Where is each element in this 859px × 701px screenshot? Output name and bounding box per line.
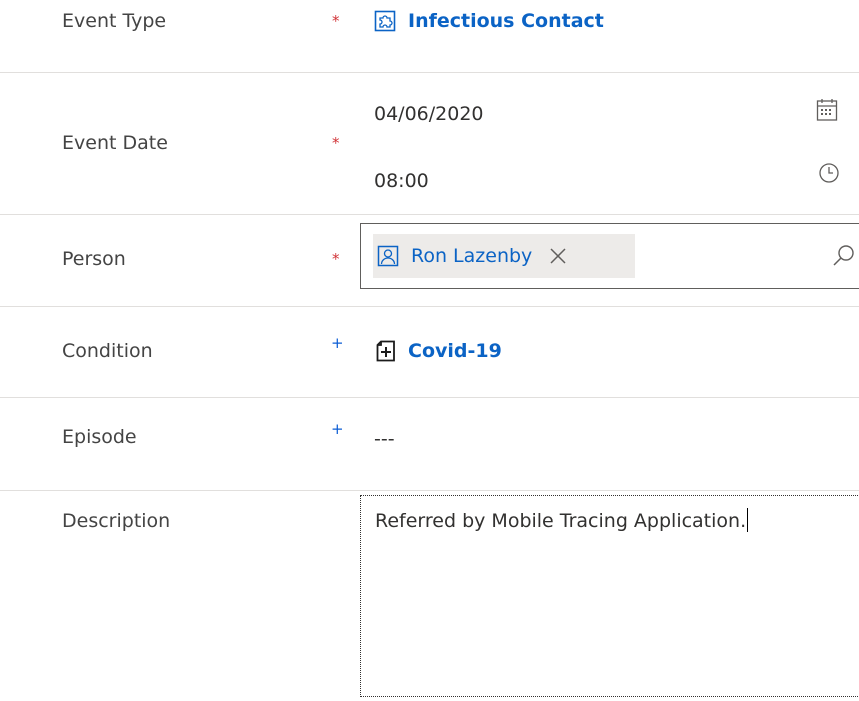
event-type-link[interactable]: Infectious Contact [408,10,604,32]
event-date-input[interactable]: 04/06/2020 [374,103,484,125]
person-label: Person [62,248,126,270]
condition-label: Condition [62,340,153,362]
description-label: Description [62,510,171,532]
episode-label: Episode [62,426,137,448]
divider [0,490,859,491]
recommended-indicator: + [331,420,344,438]
description-textarea[interactable]: Referred by Mobile Tracing Application. [360,495,859,697]
required-indicator: * [332,134,340,152]
clock-icon[interactable] [818,162,840,184]
event-type-value[interactable]: Infectious Contact [374,10,604,32]
person-tag-label[interactable]: Ron Lazenby [411,245,532,267]
condition-link[interactable]: Covid-19 [408,340,502,362]
divider [0,306,859,307]
contact-icon [377,245,399,267]
required-indicator: * [332,12,340,30]
entity-puzzle-icon [374,10,396,32]
person-tag[interactable]: Ron Lazenby [373,234,635,278]
event-type-label: Event Type [62,10,167,32]
divider [0,397,859,398]
event-time-input[interactable]: 08:00 [374,170,429,192]
recommended-indicator: + [331,334,344,352]
required-indicator: * [332,250,340,268]
event-date-label: Event Date [62,132,168,154]
close-icon[interactable] [548,246,568,266]
medical-document-icon [376,340,395,362]
divider [0,72,859,73]
person-lookup-field[interactable]: Ron Lazenby [360,223,859,289]
text-caret [747,508,749,532]
episode-value[interactable]: --- [374,428,395,450]
divider [0,214,859,215]
description-text: Referred by Mobile Tracing Application. [375,510,747,532]
search-icon[interactable] [832,244,856,268]
event-form: Event Type * Infectious Contact Event Da… [0,0,859,701]
calendar-icon[interactable] [816,98,838,122]
condition-value[interactable]: Covid-19 [376,340,502,362]
